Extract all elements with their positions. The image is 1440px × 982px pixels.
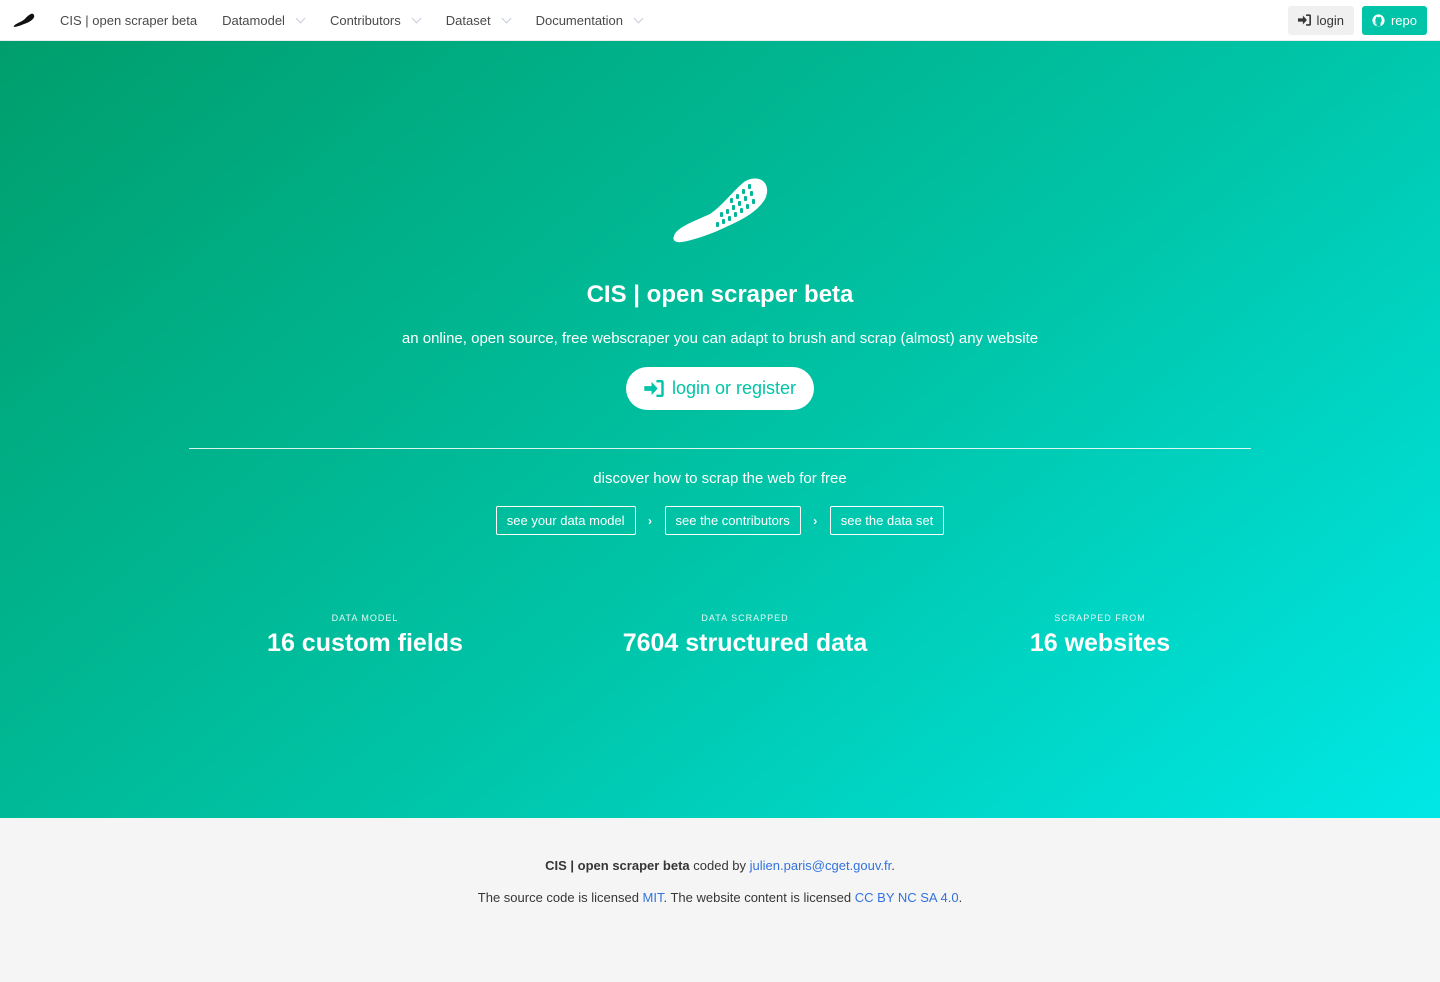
sign-in-icon bbox=[644, 380, 664, 397]
login-button[interactable]: login bbox=[1287, 5, 1354, 35]
login-or-register-button[interactable]: login or register bbox=[626, 367, 814, 410]
stat-scrapped-from: SCRAPPED FROM 16 websites bbox=[950, 613, 1250, 658]
login-label: login bbox=[1316, 12, 1344, 28]
license-middle: . The website content is licensed bbox=[663, 890, 855, 905]
stat-label: DATA MODEL bbox=[331, 613, 399, 623]
repo-label: repo bbox=[1390, 12, 1417, 28]
hero-section: CIS | open scraper beta an online, open … bbox=[0, 41, 1440, 818]
nav-menu-label: Dataset bbox=[445, 12, 491, 28]
stat-label: DATA SCRAPPED bbox=[701, 613, 789, 623]
nav-menu-datamodel[interactable]: Datamodel bbox=[209, 0, 317, 41]
hero-title: CIS | open scraper beta bbox=[586, 281, 854, 308]
see-contributors-button[interactable]: see the contributors bbox=[664, 506, 801, 535]
author-email-link[interactable]: julien.paris@cget.gouv.fr bbox=[750, 858, 892, 873]
footer-brand: CIS | open scraper beta bbox=[545, 858, 690, 873]
chevron-down-icon bbox=[633, 13, 644, 23]
chevron-down-icon bbox=[411, 13, 422, 23]
stat-value: 7604 structured data bbox=[622, 629, 868, 657]
nav-menu-documentation[interactable]: Documentation bbox=[523, 0, 655, 41]
nav-menu-dataset[interactable]: Dataset bbox=[433, 0, 523, 41]
footer: CIS | open scraper beta coded by julien.… bbox=[0, 818, 1440, 982]
see-data-set-button[interactable]: see the data set bbox=[829, 506, 945, 535]
repo-button[interactable]: repo bbox=[1361, 5, 1427, 35]
github-icon bbox=[1372, 13, 1385, 27]
chevron-right-icon: › bbox=[813, 513, 818, 528]
cta-label: login or register bbox=[671, 378, 797, 398]
brush-logo-icon bbox=[673, 178, 768, 243]
stat-data-model: DATA MODEL 16 custom fields bbox=[215, 613, 515, 658]
stat-data-scrapped: DATA SCRAPPED 7604 structured data bbox=[595, 613, 895, 658]
navbar-end: login repo bbox=[1287, 5, 1440, 35]
nav-menu-contributors[interactable]: Contributors bbox=[317, 0, 433, 41]
brush-logo-icon[interactable] bbox=[0, 0, 48, 41]
step-buttons: see your data model › see the contributo… bbox=[0, 506, 1440, 535]
sign-in-icon bbox=[1297, 14, 1311, 26]
hero-subtitle: an online, open source, free webscraper … bbox=[401, 330, 1039, 347]
stat-label: SCRAPPED FROM bbox=[1054, 613, 1146, 623]
top-navbar: CIS | open scraper beta Datamodel Contri… bbox=[0, 0, 1440, 41]
stat-value: 16 websites bbox=[1029, 629, 1171, 657]
chevron-right-icon: › bbox=[648, 513, 653, 528]
footer-credits: CIS | open scraper beta coded by julien.… bbox=[0, 858, 1440, 873]
hero-divider bbox=[189, 448, 1251, 449]
mit-license-link[interactable]: MIT bbox=[643, 890, 664, 905]
nav-brand[interactable]: CIS | open scraper beta bbox=[48, 0, 209, 41]
license-prefix: The source code is licensed bbox=[477, 890, 643, 905]
license-end: . bbox=[958, 890, 963, 905]
discover-text: discover how to scrap the web for free bbox=[593, 470, 847, 487]
nav-menu-label: Documentation bbox=[535, 12, 624, 28]
footer-license: The source code is licensed MIT. The web… bbox=[0, 890, 1440, 905]
chevron-down-icon bbox=[501, 13, 512, 23]
footer-period: . bbox=[891, 858, 895, 873]
see-data-model-button[interactable]: see your data model bbox=[495, 506, 636, 535]
chevron-down-icon bbox=[295, 13, 306, 23]
nav-menu-label: Datamodel bbox=[222, 12, 285, 28]
stat-value: 16 custom fields bbox=[267, 629, 463, 657]
footer-coded-by: coded by bbox=[689, 858, 750, 873]
cc-license-link[interactable]: CC BY NC SA 4.0 bbox=[855, 890, 959, 905]
nav-menu-label: Contributors bbox=[329, 12, 401, 28]
